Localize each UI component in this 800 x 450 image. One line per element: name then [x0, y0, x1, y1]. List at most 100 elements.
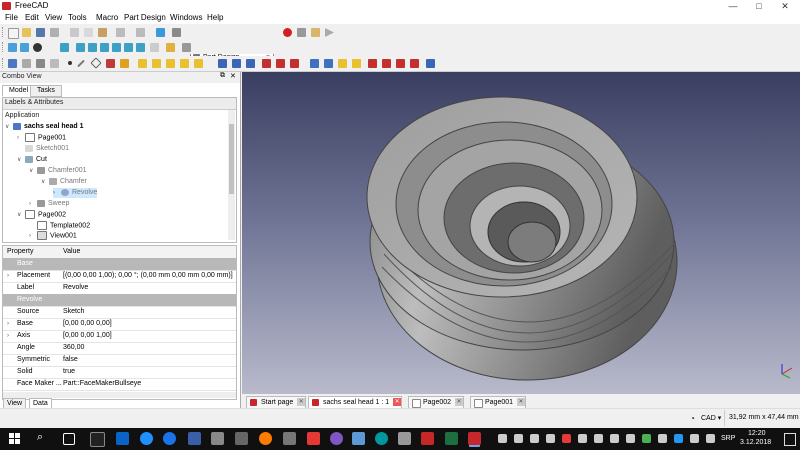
volume-icon[interactable] [706, 434, 715, 443]
app-gray-icon[interactable] [398, 432, 411, 445]
menu-tools[interactable]: Tools [68, 13, 87, 22]
close-tab-icon[interactable]: ✕ [455, 398, 464, 407]
create-sketch-icon[interactable] [22, 59, 31, 68]
map-sketch-icon[interactable] [50, 59, 59, 68]
view-front-icon[interactable] [76, 43, 85, 52]
tray-icon-7[interactable] [594, 434, 603, 443]
menu-file[interactable]: File [5, 13, 18, 22]
tree-item-view001[interactable]: › View001 [29, 231, 77, 240]
draw-style-icon[interactable] [33, 43, 42, 52]
linear-pattern-icon[interactable] [324, 59, 333, 68]
menu-macro[interactable]: Macro [96, 13, 118, 22]
chamfer-icon[interactable] [382, 59, 391, 68]
paste-icon[interactable] [98, 28, 107, 37]
3d-viewport[interactable] [242, 72, 800, 394]
tools-icon[interactable] [283, 432, 296, 445]
tray-icon-4[interactable] [546, 434, 555, 443]
subtractive-loft-icon[interactable] [262, 59, 271, 68]
open-file-icon[interactable] [22, 28, 31, 37]
tray-icon-2[interactable] [514, 434, 523, 443]
chevron-right-icon[interactable]: › [7, 318, 9, 330]
clone-icon[interactable] [120, 59, 129, 68]
task-view-icon[interactable] [63, 433, 75, 445]
tree-item-cut[interactable]: ∨ Cut [17, 155, 47, 165]
fit-all-icon[interactable] [8, 43, 17, 52]
validate-sketch-icon[interactable] [36, 59, 45, 68]
network-icon[interactable] [690, 434, 699, 443]
firefox-icon[interactable] [259, 432, 272, 445]
tree-scrollbar[interactable] [228, 110, 235, 240]
new-file-icon[interactable] [8, 28, 19, 39]
menu-edit[interactable]: Edit [25, 13, 39, 22]
tree-item-chamfer001[interactable]: ∨ Chamfer001 [29, 166, 87, 176]
boolean-icon[interactable] [426, 59, 435, 68]
tree-item-document[interactable]: ∨ sachs seal head 1 [5, 122, 84, 132]
view-bottom-icon[interactable] [124, 43, 133, 52]
edge-icon[interactable] [163, 432, 176, 445]
groove-icon[interactable] [246, 59, 255, 68]
tab-tasks[interactable]: Tasks [30, 85, 62, 97]
arduino-icon[interactable] [375, 432, 388, 445]
additive-loft-icon[interactable] [166, 59, 175, 68]
polar-pattern-icon[interactable] [338, 59, 347, 68]
additive-pipe-icon[interactable] [180, 59, 189, 68]
pocket-icon[interactable] [218, 59, 227, 68]
maximize-button[interactable]: □ [746, 0, 772, 12]
tree-scrollbar-thumb[interactable] [229, 124, 234, 194]
cube-app-icon[interactable] [352, 432, 365, 445]
revolve-icon[interactable] [152, 59, 161, 68]
viber-icon[interactable] [330, 432, 343, 445]
datum-point-icon[interactable] [68, 61, 72, 65]
menu-windows[interactable]: Windows [170, 13, 202, 22]
seal-head-model[interactable] [242, 72, 800, 394]
notifications-icon[interactable] [784, 433, 796, 446]
copy-icon[interactable] [84, 28, 93, 37]
windows-start-icon[interactable] [9, 433, 21, 445]
filezilla-icon[interactable] [421, 432, 434, 445]
tree-item-page002[interactable]: ∨ Page002 [17, 210, 66, 220]
close-tab-icon[interactable]: ✕ [297, 398, 306, 407]
subtractive-pipe-icon[interactable] [276, 59, 285, 68]
draft-icon[interactable] [396, 59, 405, 68]
bluetooth-icon[interactable] [674, 434, 683, 443]
freecad-taskbar-icon[interactable] [468, 432, 481, 445]
chevron-right-icon[interactable]: › [7, 330, 9, 342]
pad-icon[interactable] [138, 59, 147, 68]
fit-selection-icon[interactable] [20, 43, 29, 52]
view-isometric-icon[interactable] [60, 43, 69, 52]
close-button[interactable]: ✕ [772, 0, 798, 12]
view-top-icon[interactable] [88, 43, 97, 52]
view-left-icon[interactable] [136, 43, 145, 52]
view-rear-icon[interactable] [112, 43, 121, 52]
tree-item-revolve[interactable]: › Revolve [53, 188, 98, 198]
measure-icon[interactable] [150, 43, 159, 52]
close-tab-icon[interactable]: ✕ [393, 398, 402, 407]
terminal-icon[interactable] [90, 432, 105, 447]
close-tab-icon[interactable]: ✕ [517, 398, 526, 407]
stop-macro-icon[interactable] [297, 28, 306, 37]
print-icon[interactable] [50, 28, 59, 37]
refresh-icon[interactable] [156, 28, 165, 37]
language-indicator[interactable]: SRP [721, 435, 735, 442]
outlook-icon[interactable] [116, 432, 129, 445]
minimize-button[interactable]: — [720, 0, 746, 12]
ruler-icon[interactable] [166, 43, 175, 52]
close-panel-icon[interactable]: ✕ [230, 72, 236, 80]
shape-binder-icon[interactable] [106, 59, 115, 68]
tray-icon-8[interactable] [610, 434, 619, 443]
tray-icon-1[interactable] [498, 434, 507, 443]
thickness-icon[interactable] [410, 59, 419, 68]
additive-primitive-icon[interactable] [194, 59, 203, 68]
datum-plane-icon[interactable] [90, 57, 102, 69]
property-row-face-maker[interactable]: Face Maker ... Part::FaceMakerBullseye [3, 378, 236, 391]
tray-icon-10[interactable] [642, 434, 651, 443]
record-macro-icon[interactable] [283, 28, 292, 37]
redo-icon[interactable] [136, 28, 145, 37]
tree-item-page001[interactable]: › Page001 [17, 133, 66, 143]
undock-icon[interactable]: ⧉ [220, 72, 225, 80]
ie-icon[interactable] [140, 432, 153, 445]
tray-icon-3[interactable] [530, 434, 539, 443]
hole-icon[interactable] [232, 59, 241, 68]
view-right-icon[interactable] [100, 43, 109, 52]
whats-this-icon[interactable] [172, 28, 181, 37]
